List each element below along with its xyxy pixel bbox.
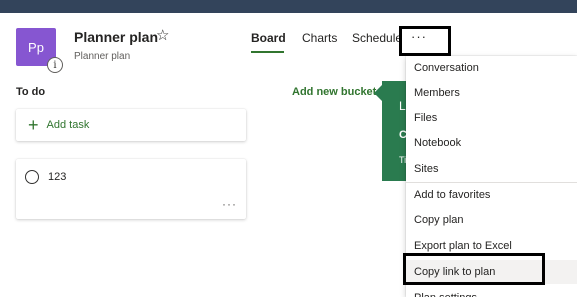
tab-board[interactable]: Board — [251, 31, 286, 45]
menu-item-copy-plan[interactable]: Copy plan — [406, 208, 577, 232]
info-icon-glyph: i — [53, 59, 57, 71]
task-title: 123 — [48, 171, 67, 183]
task-card[interactable]: 123 ··· — [16, 159, 246, 219]
tab-charts[interactable]: Charts — [302, 31, 337, 45]
menu-item-plan-settings[interactable]: Plan settings — [406, 286, 577, 297]
menu-item-notebook[interactable]: Notebook — [406, 131, 577, 155]
bucket-title[interactable]: To do — [16, 86, 45, 98]
tab-schedule[interactable]: Schedule — [352, 31, 402, 45]
menu-item-sites[interactable]: Sites — [406, 157, 577, 181]
plan-avatar-initials: Pp — [28, 39, 44, 55]
favorite-star-icon[interactable]: ☆ — [156, 27, 169, 45]
callout-arrow — [374, 85, 382, 101]
plus-icon: + — [28, 115, 39, 135]
more-options-button[interactable]: ··· — [399, 26, 451, 56]
plan-subtitle[interactable]: Planner plan — [74, 51, 130, 62]
menu-item-export-to-excel[interactable]: Export plan to Excel — [406, 234, 577, 258]
menu-item-conversation[interactable]: Conversation — [406, 56, 577, 80]
menu-item-members[interactable]: Members — [406, 81, 577, 105]
app-top-bar — [0, 0, 577, 13]
active-tab-indicator — [251, 51, 284, 53]
task-complete-checkbox[interactable] — [25, 170, 39, 184]
info-icon[interactable]: i — [47, 57, 63, 73]
planner-app: Pp i Planner plan ☆ Planner plan Board C… — [0, 0, 577, 297]
menu-item-add-to-favorites[interactable]: Add to favorites — [406, 183, 577, 207]
task-more-icon[interactable]: ··· — [222, 197, 237, 211]
plan-title: Planner plan — [74, 29, 159, 45]
more-options-menu: Conversation Members Files Notebook Site… — [406, 56, 577, 297]
add-task-button[interactable]: + Add task — [16, 109, 246, 141]
callout-text-line1: L — [399, 99, 406, 113]
menu-item-files[interactable]: Files — [406, 106, 577, 130]
add-new-bucket-link[interactable]: Add new bucket — [292, 86, 376, 98]
add-task-label: Add task — [46, 119, 90, 131]
more-ellipsis-icon: ··· — [411, 29, 427, 44]
menu-item-copy-link[interactable]: Copy link to plan — [406, 260, 577, 284]
